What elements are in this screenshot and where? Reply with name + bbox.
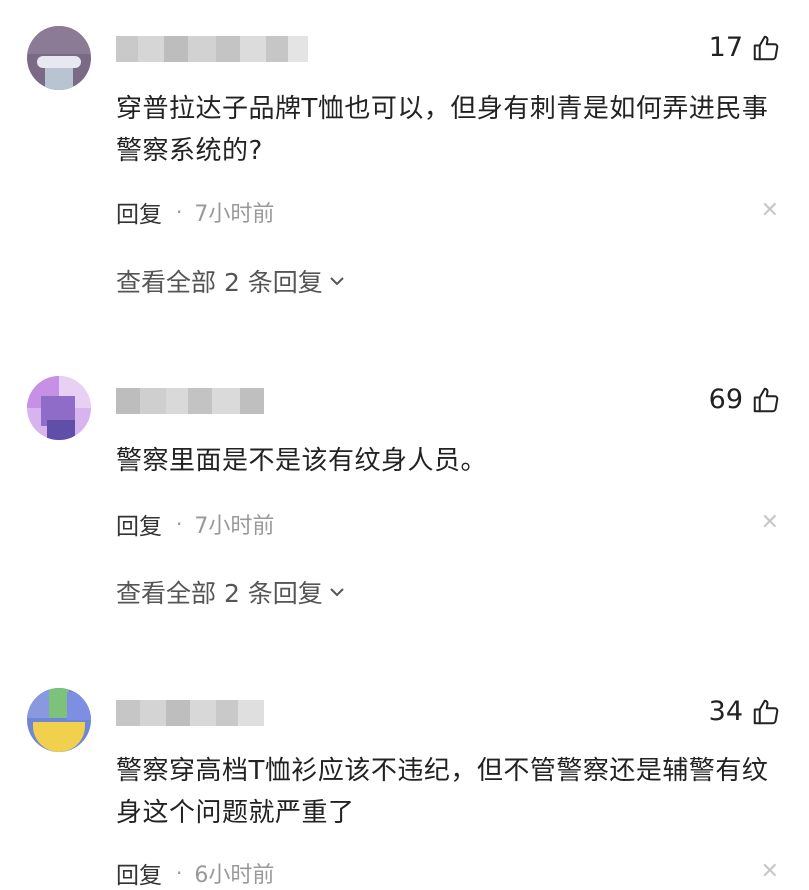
reply-button[interactable]: 回复 <box>116 195 162 229</box>
like-button[interactable]: 17 <box>709 32 781 63</box>
view-replies-link[interactable]: 查看全部 2 条回复 <box>116 574 347 610</box>
username-blurred[interactable] <box>116 700 264 726</box>
thumbs-up-icon <box>753 35 779 60</box>
comment-text: 穿普拉达子品牌T恤也可以，但身有刺青是如何弄进民事警察系统的? <box>116 94 769 166</box>
username-blurred[interactable] <box>116 36 308 62</box>
comment-text: 警察里面是不是该有纹身人员。 <box>116 446 488 476</box>
comment-text: 警察穿高档T恤衫应该不违纪，但不管警察还是辅警有纹身这个问题就严重了 <box>116 756 769 828</box>
close-icon[interactable]: ✕ <box>761 198 779 223</box>
username-blurred[interactable] <box>116 388 264 414</box>
chevron-down-icon <box>330 277 344 286</box>
comment-item: 17 穿普拉达子品牌T恤也可以，但身有刺青是如何弄进民事警察系统的? 回复 · … <box>0 0 809 330</box>
close-icon[interactable]: ✕ <box>761 859 779 884</box>
chevron-down-icon <box>330 588 344 597</box>
close-icon[interactable]: ✕ <box>761 510 779 535</box>
avatar[interactable] <box>27 688 91 752</box>
comment-meta: 回复 · 7小时前 <box>116 195 274 229</box>
like-count: 69 <box>708 384 743 415</box>
avatar[interactable] <box>27 376 91 440</box>
thumbs-up-icon <box>753 699 779 724</box>
like-button[interactable]: 34 <box>709 696 781 727</box>
avatar[interactable] <box>27 26 91 90</box>
thumbs-up-icon <box>753 387 779 412</box>
comment-meta: 回复 · 6小时前 <box>116 856 274 890</box>
like-count: 34 <box>708 696 743 727</box>
like-button[interactable]: 69 <box>709 384 781 415</box>
timestamp: 6小时前 <box>194 863 275 888</box>
timestamp: 7小时前 <box>194 202 275 227</box>
reply-button[interactable]: 回复 <box>116 856 162 890</box>
view-replies-link[interactable]: 查看全部 2 条回复 <box>116 263 347 299</box>
reply-button[interactable]: 回复 <box>116 507 162 541</box>
comment-item: 34 警察穿高档T恤衫应该不违纪，但不管警察还是辅警有纹身这个问题就严重了 回复… <box>0 660 809 889</box>
like-count: 17 <box>708 32 743 63</box>
timestamp: 7小时前 <box>194 514 275 539</box>
comment-item: 69 警察里面是不是该有纹身人员。 回复 · 7小时前 ✕ 查看全部 2 条回复 <box>0 330 809 660</box>
comment-meta: 回复 · 7小时前 <box>116 507 274 541</box>
